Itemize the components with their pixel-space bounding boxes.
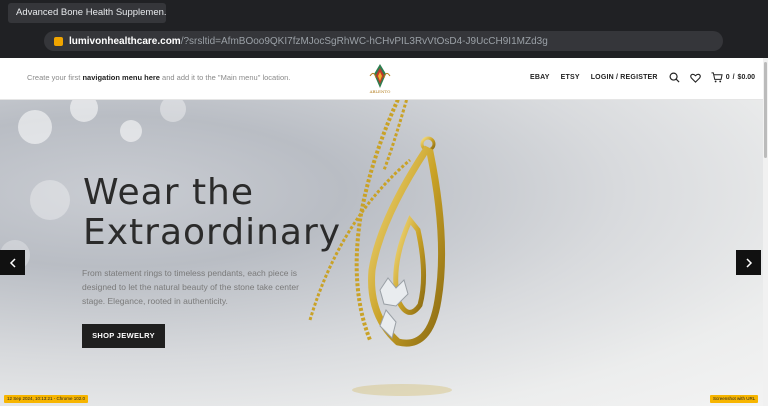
nav-note-link[interactable]: navigation menu here: [82, 73, 160, 82]
bokeh-light: [18, 110, 52, 144]
cart-total[interactable]: $0.00: [738, 74, 756, 81]
chevron-right-icon: [745, 257, 752, 268]
headline-line-1: Wear the: [83, 172, 255, 213]
bokeh-light: [120, 120, 142, 142]
chevron-left-icon: [9, 257, 16, 268]
timestamp-badge: 12 Sep 2024, 10:13:21 - Chrome 102.0: [4, 395, 89, 403]
screenshot-badge: Screenshot with URL: [710, 395, 759, 403]
scrollbar-thumb[interactable]: [764, 62, 767, 158]
nav-placeholder-note: Create your first navigation menu here a…: [27, 73, 290, 82]
bokeh-light: [160, 100, 186, 122]
hero-description: From statement rings to timeless pendant…: [82, 268, 299, 306]
address-bar[interactable]: lumivonhealthcare.com/?srsltid=AfmBOoo9Q…: [44, 31, 723, 51]
etsy-link[interactable]: ETSY: [561, 74, 580, 81]
site-header: Create your first navigation menu here a…: [0, 58, 763, 100]
hero-headline: Wear the Extraordinary: [83, 173, 341, 253]
nav-note-suffix: and add it to the "Main menu" location.: [159, 73, 291, 82]
hero-banner: Wear the Extraordinary From statement ri…: [0, 100, 763, 406]
logo-text: ABLENTO: [369, 89, 391, 94]
bokeh-light: [70, 100, 98, 122]
heart-icon[interactable]: [689, 73, 701, 83]
ebay-link[interactable]: EBAY: [530, 74, 550, 81]
headline-line-2: Extraordinary: [83, 212, 342, 253]
url-path: /?srsltid=AfmBOoo9QKI7fzMJocSgRhWC-hCHvP…: [180, 35, 548, 47]
cart-count[interactable]: 0: [726, 74, 730, 81]
page-scrollbar[interactable]: [763, 58, 768, 406]
url-domain: lumivonhealthcare.com: [69, 35, 181, 47]
login-register-link[interactable]: LOGIN / REGISTER: [591, 74, 658, 81]
pendant-image: [308, 100, 452, 396]
browser-tab[interactable]: Advanced Bone Health Supplemen...: [8, 3, 166, 23]
url-text: lumivonhealthcare.com/?srsltid=AfmBOoo9Q…: [69, 36, 548, 47]
nav-note-prefix: Create your first: [27, 73, 83, 82]
logo-mark-icon: [369, 64, 391, 88]
cart-icon[interactable]: [711, 72, 723, 83]
shop-jewelry-button[interactable]: SHOP JEWELRY: [82, 324, 165, 348]
browser-tab-bar: Advanced Bone Health Supplemen...: [0, 0, 768, 28]
bokeh-light: [30, 180, 70, 220]
slider-next-button[interactable]: [736, 250, 761, 275]
cart-separator: /: [732, 74, 735, 81]
slider-prev-button[interactable]: [0, 250, 25, 275]
browser-toolbar: lumivonhealthcare.com/?srsltid=AfmBOoo9Q…: [0, 28, 768, 58]
header-actions: EBAY ETSY LOGIN / REGISTER 0 / $0.00: [530, 72, 755, 83]
site-info-icon[interactable]: [54, 36, 63, 46]
site-logo[interactable]: ABLENTO: [362, 62, 398, 96]
search-icon[interactable]: [669, 72, 680, 83]
